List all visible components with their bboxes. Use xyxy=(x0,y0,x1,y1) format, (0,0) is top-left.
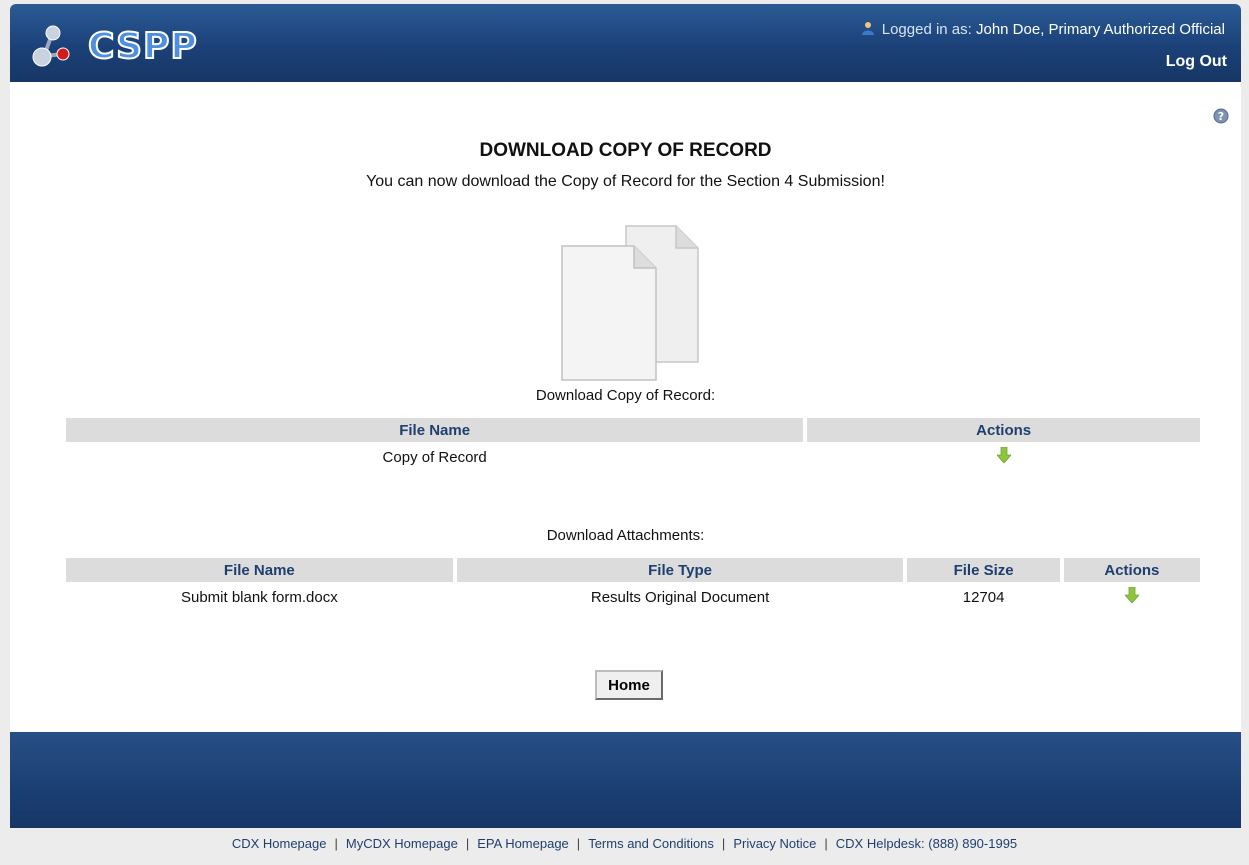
home-button[interactable]: Home xyxy=(595,670,663,700)
download-arrow-icon[interactable] xyxy=(996,447,1011,463)
footer-link-mycdx-homepage[interactable]: MyCDX Homepage xyxy=(346,836,458,851)
footer-band xyxy=(10,732,1241,828)
user-info: Logged in as: John Doe, Primary Authoriz… xyxy=(861,21,1225,38)
file-name-cell: Submit blank form.docx xyxy=(180,588,338,606)
page-title: DOWNLOAD COPY OF RECORD xyxy=(479,140,772,161)
attachments-table: File Name File Type File Size Actions Su… xyxy=(62,558,1204,612)
footer-link-cdx-homepage[interactable]: CDX Homepage xyxy=(232,836,327,851)
file-name-cell: Copy of Record xyxy=(382,448,487,466)
header-bar: CSPP Logged in as: John Doe, Primary Aut… xyxy=(10,4,1241,82)
document-icon xyxy=(561,225,699,381)
copy-section-label: Download Copy of Record: xyxy=(535,387,716,404)
footer-links: CDX Homepage | MyCDX Homepage | EPA Homepage… xyxy=(231,836,1018,851)
footer-helpdesk[interactable]: CDX Helpdesk: (888) 890-1995 xyxy=(836,836,1017,851)
column-header-file-type: File Type xyxy=(456,558,904,582)
column-header-actions: Actions xyxy=(807,418,1200,442)
column-header-file-size: File Size xyxy=(907,558,1060,582)
copy-of-record-table: File Name Actions Copy of Record xyxy=(62,418,1204,472)
molecule-icon xyxy=(32,25,70,67)
table-row: Copy of Record xyxy=(66,442,1200,472)
column-header-actions: Actions xyxy=(1063,558,1200,582)
actions-cell xyxy=(1064,582,1200,612)
user-name: John Doe, Primary Authorized Official xyxy=(975,21,1225,38)
cspp-logo[interactable]: CSPP xyxy=(30,22,220,72)
logout-link[interactable]: Log Out xyxy=(1166,53,1227,71)
attachments-section-label: Download Attachments: xyxy=(546,527,705,544)
column-header-file-name: File Name xyxy=(66,418,804,442)
column-header-file-name: File Name xyxy=(66,558,453,582)
footer-link-terms[interactable]: Terms and Conditions xyxy=(588,836,714,851)
page-subtitle: You can now download the Copy of Record … xyxy=(366,173,885,190)
app-name: CSPP xyxy=(87,25,198,68)
file-size-cell: 12704 xyxy=(962,588,1005,606)
help-icon[interactable]: ? xyxy=(1213,108,1229,124)
download-arrow-icon[interactable] xyxy=(1124,587,1139,603)
logged-in-label: Logged in as: xyxy=(881,21,972,38)
table-row: Submit blank form.docx Results Original … xyxy=(66,582,1200,612)
footer-link-privacy[interactable]: Privacy Notice xyxy=(733,836,816,851)
main-content: ? DOWNLOAD COPY OF RECORD You can now do… xyxy=(10,82,1241,732)
actions-cell xyxy=(807,442,1200,472)
footer-link-epa-homepage[interactable]: EPA Homepage xyxy=(477,836,569,851)
svg-text:?: ? xyxy=(1218,110,1224,123)
user-icon xyxy=(861,22,874,35)
file-type-cell: Results Original Document xyxy=(590,588,770,606)
